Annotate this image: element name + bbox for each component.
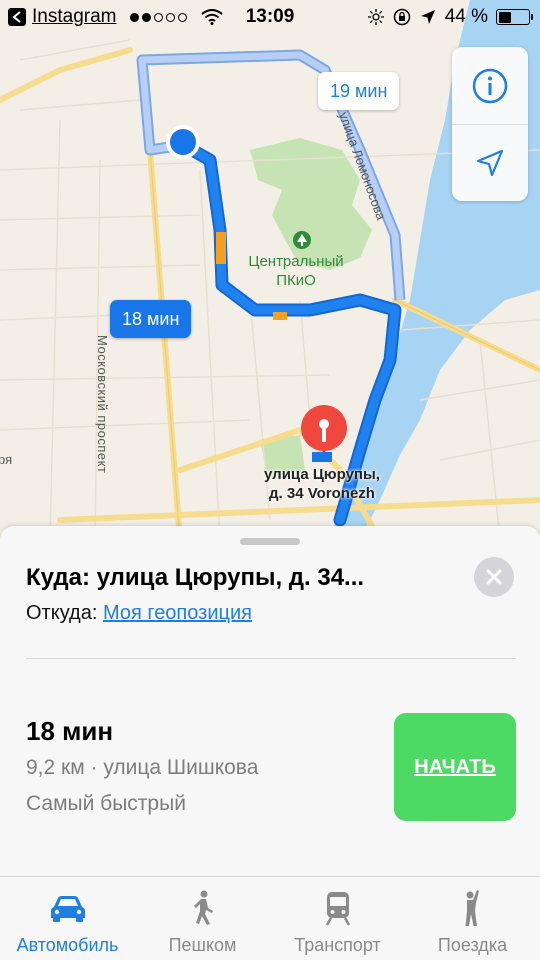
route-main-time-bubble[interactable]: 18 мин <box>110 300 192 338</box>
map-view[interactable]: Центральный ПКиО Московский проспект ули… <box>0 0 540 540</box>
route-distance-via: 9,2 км · улица Шишкова <box>26 756 259 779</box>
destination-title: Куда: улица Цюрупы, д. 34... <box>26 564 365 591</box>
street-label-edge: ря <box>0 452 13 467</box>
destination-label: улица Цюрупы, д. 34 Voronezh <box>232 465 412 503</box>
park-label-line1: Центральный <box>248 253 344 270</box>
tab-drive[interactable]: Автомобиль <box>0 877 135 960</box>
card-grabber[interactable] <box>240 538 300 545</box>
destination-label-line1: улица Цюрупы, <box>264 466 380 483</box>
route-duration: 18 мин <box>26 716 114 746</box>
tab-walk[interactable]: Пешком <box>135 877 270 960</box>
battery-percent: 44 % <box>444 6 488 27</box>
origin-label: Откуда: <box>26 602 103 624</box>
park-label: Центральный ПКиО <box>216 252 376 290</box>
tab-ride-label: Поездка <box>437 935 508 955</box>
route-tag: Самый быстрый <box>26 792 186 815</box>
close-icon <box>486 569 502 585</box>
tab-ride[interactable]: Поездка <box>405 877 540 960</box>
park-label-line2: ПКиО <box>276 272 316 289</box>
transport-tab-bar: Автомобиль Пешком Транспорт Поездка <box>0 876 540 960</box>
route-alt-time-bubble[interactable]: 19 мин <box>318 72 400 110</box>
close-button[interactable] <box>474 557 514 597</box>
start-button[interactable]: НАЧАТЬ <box>394 713 516 821</box>
origin-row: Откуда: Моя геопозиция <box>26 602 252 625</box>
locate-me-button[interactable] <box>452 124 528 201</box>
car-icon <box>50 896 85 922</box>
rotation-lock-icon <box>393 8 410 26</box>
walking-icon <box>193 890 213 925</box>
street-label-moskovsky: Московский проспект <box>95 335 110 474</box>
tab-transit[interactable]: Транспорт <box>270 877 405 960</box>
location-arrow-icon <box>420 10 435 24</box>
info-icon <box>472 68 508 103</box>
brightness-icon <box>367 9 384 25</box>
battery-level-fill <box>498 11 512 23</box>
destination-label-line2: д. 34 Voronezh <box>269 485 375 502</box>
divider <box>26 658 516 659</box>
info-button[interactable] <box>452 47 528 124</box>
battery-icon <box>496 9 533 25</box>
tab-drive-label: Автомобиль <box>16 935 119 955</box>
train-icon <box>325 892 350 926</box>
tab-walk-label: Пешком <box>168 935 237 955</box>
location-arrow-icon <box>476 149 504 177</box>
map-controls <box>452 47 528 201</box>
status-bar: Instagram 13:09 44 % <box>0 0 540 36</box>
tab-transit-label: Транспорт <box>294 935 381 955</box>
origin-link[interactable]: Моя геопозиция <box>103 602 252 624</box>
hail-ride-icon <box>465 890 479 926</box>
directions-card: Куда: улица Цюрупы, д. 34... Откуда: Моя… <box>0 526 540 878</box>
